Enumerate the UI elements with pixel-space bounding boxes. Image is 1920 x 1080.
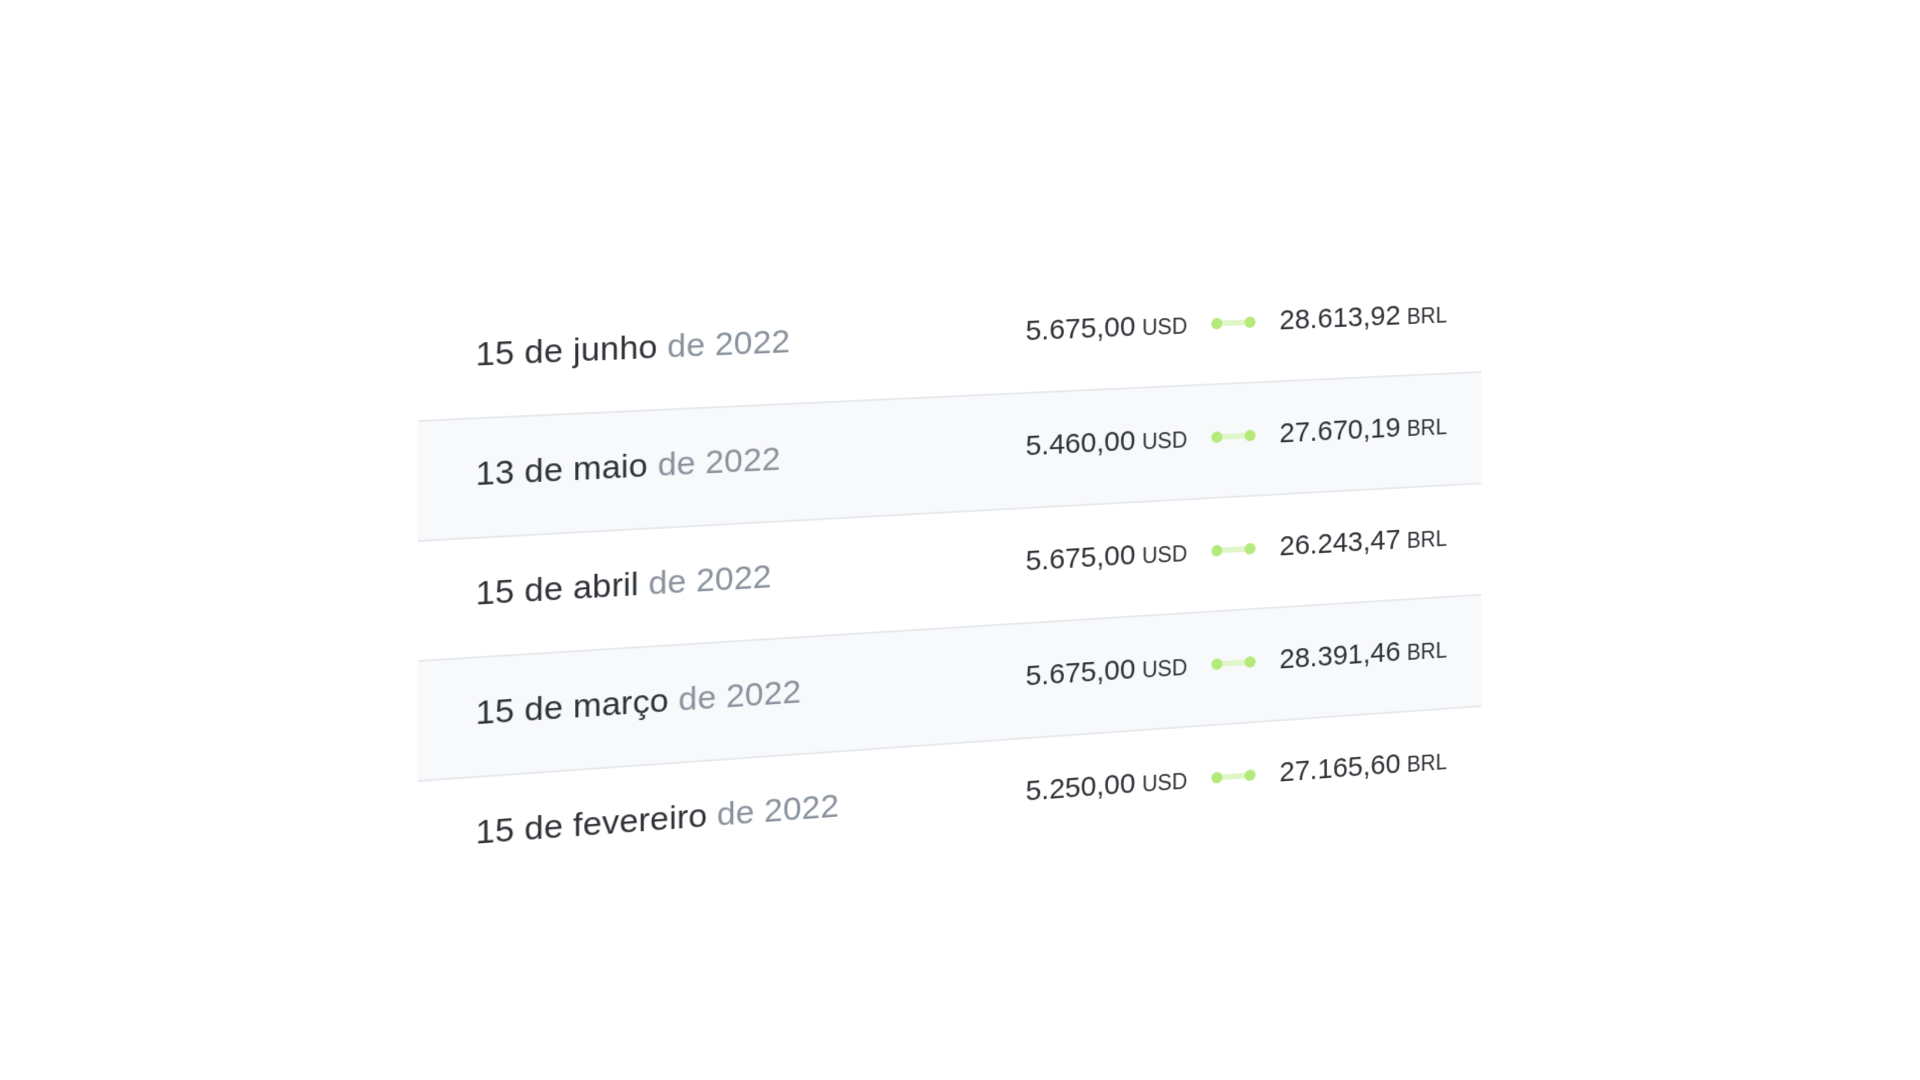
usd-value: 5.675,00 xyxy=(1025,310,1136,347)
conversion-connector-icon xyxy=(1211,542,1256,557)
usd-amount: 5.675,00 USD xyxy=(999,650,1187,695)
usd-value: 5.250,00 xyxy=(1025,767,1136,808)
payment-amounts: 5.675,00 USD 26.243,47 BRL xyxy=(999,521,1447,579)
conversion-connector-icon xyxy=(1211,316,1256,330)
payment-day-month: 15 de junho xyxy=(475,328,658,374)
usd-amount: 5.675,00 USD xyxy=(999,536,1187,579)
payment-date: 15 de março de 2022 xyxy=(476,673,802,733)
payment-date: 13 de maio de 2022 xyxy=(476,440,781,494)
conversion-connector-icon xyxy=(1211,769,1256,784)
brl-amount: 28.613,92 BRL xyxy=(1279,298,1447,337)
payment-amounts: 5.675,00 USD 28.391,46 BRL xyxy=(999,633,1447,695)
payment-date: 15 de junho de 2022 xyxy=(476,323,791,375)
brl-amount: 27.165,60 BRL xyxy=(1279,745,1447,789)
payment-year: de 2022 xyxy=(657,440,781,484)
brl-currency-code: BRL xyxy=(1406,526,1447,553)
usd-currency-code: USD xyxy=(1142,313,1188,341)
usd-amount: 5.460,00 USD xyxy=(999,422,1187,464)
usd-amount: 5.675,00 USD xyxy=(999,309,1187,349)
page: 15 de junho de 2022 5.675,00 USD 28.613,9… xyxy=(0,0,1920,1080)
brl-value: 27.165,60 xyxy=(1279,748,1401,789)
brl-amount: 26.243,47 BRL xyxy=(1279,521,1447,563)
payment-year: de 2022 xyxy=(716,787,840,834)
brl-amount: 27.670,19 BRL xyxy=(1279,410,1447,450)
usd-value: 5.675,00 xyxy=(1025,653,1136,693)
payment-history-list: 15 de junho de 2022 5.675,00 USD 28.613,9… xyxy=(418,261,1482,902)
payment-amounts: 5.675,00 USD 28.613,92 BRL xyxy=(999,298,1447,349)
brl-value: 27.670,19 xyxy=(1279,412,1401,450)
brl-value: 28.391,46 xyxy=(1279,636,1401,676)
usd-currency-code: USD xyxy=(1142,654,1188,683)
payment-year: de 2022 xyxy=(648,557,772,603)
payment-year: de 2022 xyxy=(667,322,791,366)
conversion-connector-icon xyxy=(1211,429,1256,444)
payment-amounts: 5.250,00 USD 27.165,60 BRL xyxy=(999,745,1447,810)
usd-value: 5.675,00 xyxy=(1025,539,1136,578)
payment-day-month: 13 de maio xyxy=(475,446,648,494)
brl-value: 28.613,92 xyxy=(1279,300,1401,337)
payment-amounts: 5.460,00 USD 27.670,19 BRL xyxy=(999,410,1447,465)
payment-day-month: 15 de março xyxy=(475,681,669,733)
usd-currency-code: USD xyxy=(1142,768,1188,797)
payment-year: de 2022 xyxy=(678,673,802,719)
conversion-connector-icon xyxy=(1211,655,1256,671)
payment-date: 15 de abril de 2022 xyxy=(476,558,772,614)
usd-currency-code: USD xyxy=(1142,427,1188,455)
usd-amount: 5.250,00 USD xyxy=(999,764,1187,810)
brl-currency-code: BRL xyxy=(1406,414,1447,441)
brl-currency-code: BRL xyxy=(1406,749,1447,777)
payment-day-month: 15 de fevereiro xyxy=(475,796,708,852)
brl-value: 26.243,47 xyxy=(1279,524,1401,563)
brl-amount: 28.391,46 BRL xyxy=(1279,633,1447,676)
usd-value: 5.460,00 xyxy=(1025,425,1136,463)
usd-currency-code: USD xyxy=(1142,541,1188,569)
payment-date: 15 de fevereiro de 2022 xyxy=(476,787,839,852)
brl-currency-code: BRL xyxy=(1406,637,1447,665)
brl-currency-code: BRL xyxy=(1406,302,1447,329)
payment-day-month: 15 de abril xyxy=(475,565,639,613)
